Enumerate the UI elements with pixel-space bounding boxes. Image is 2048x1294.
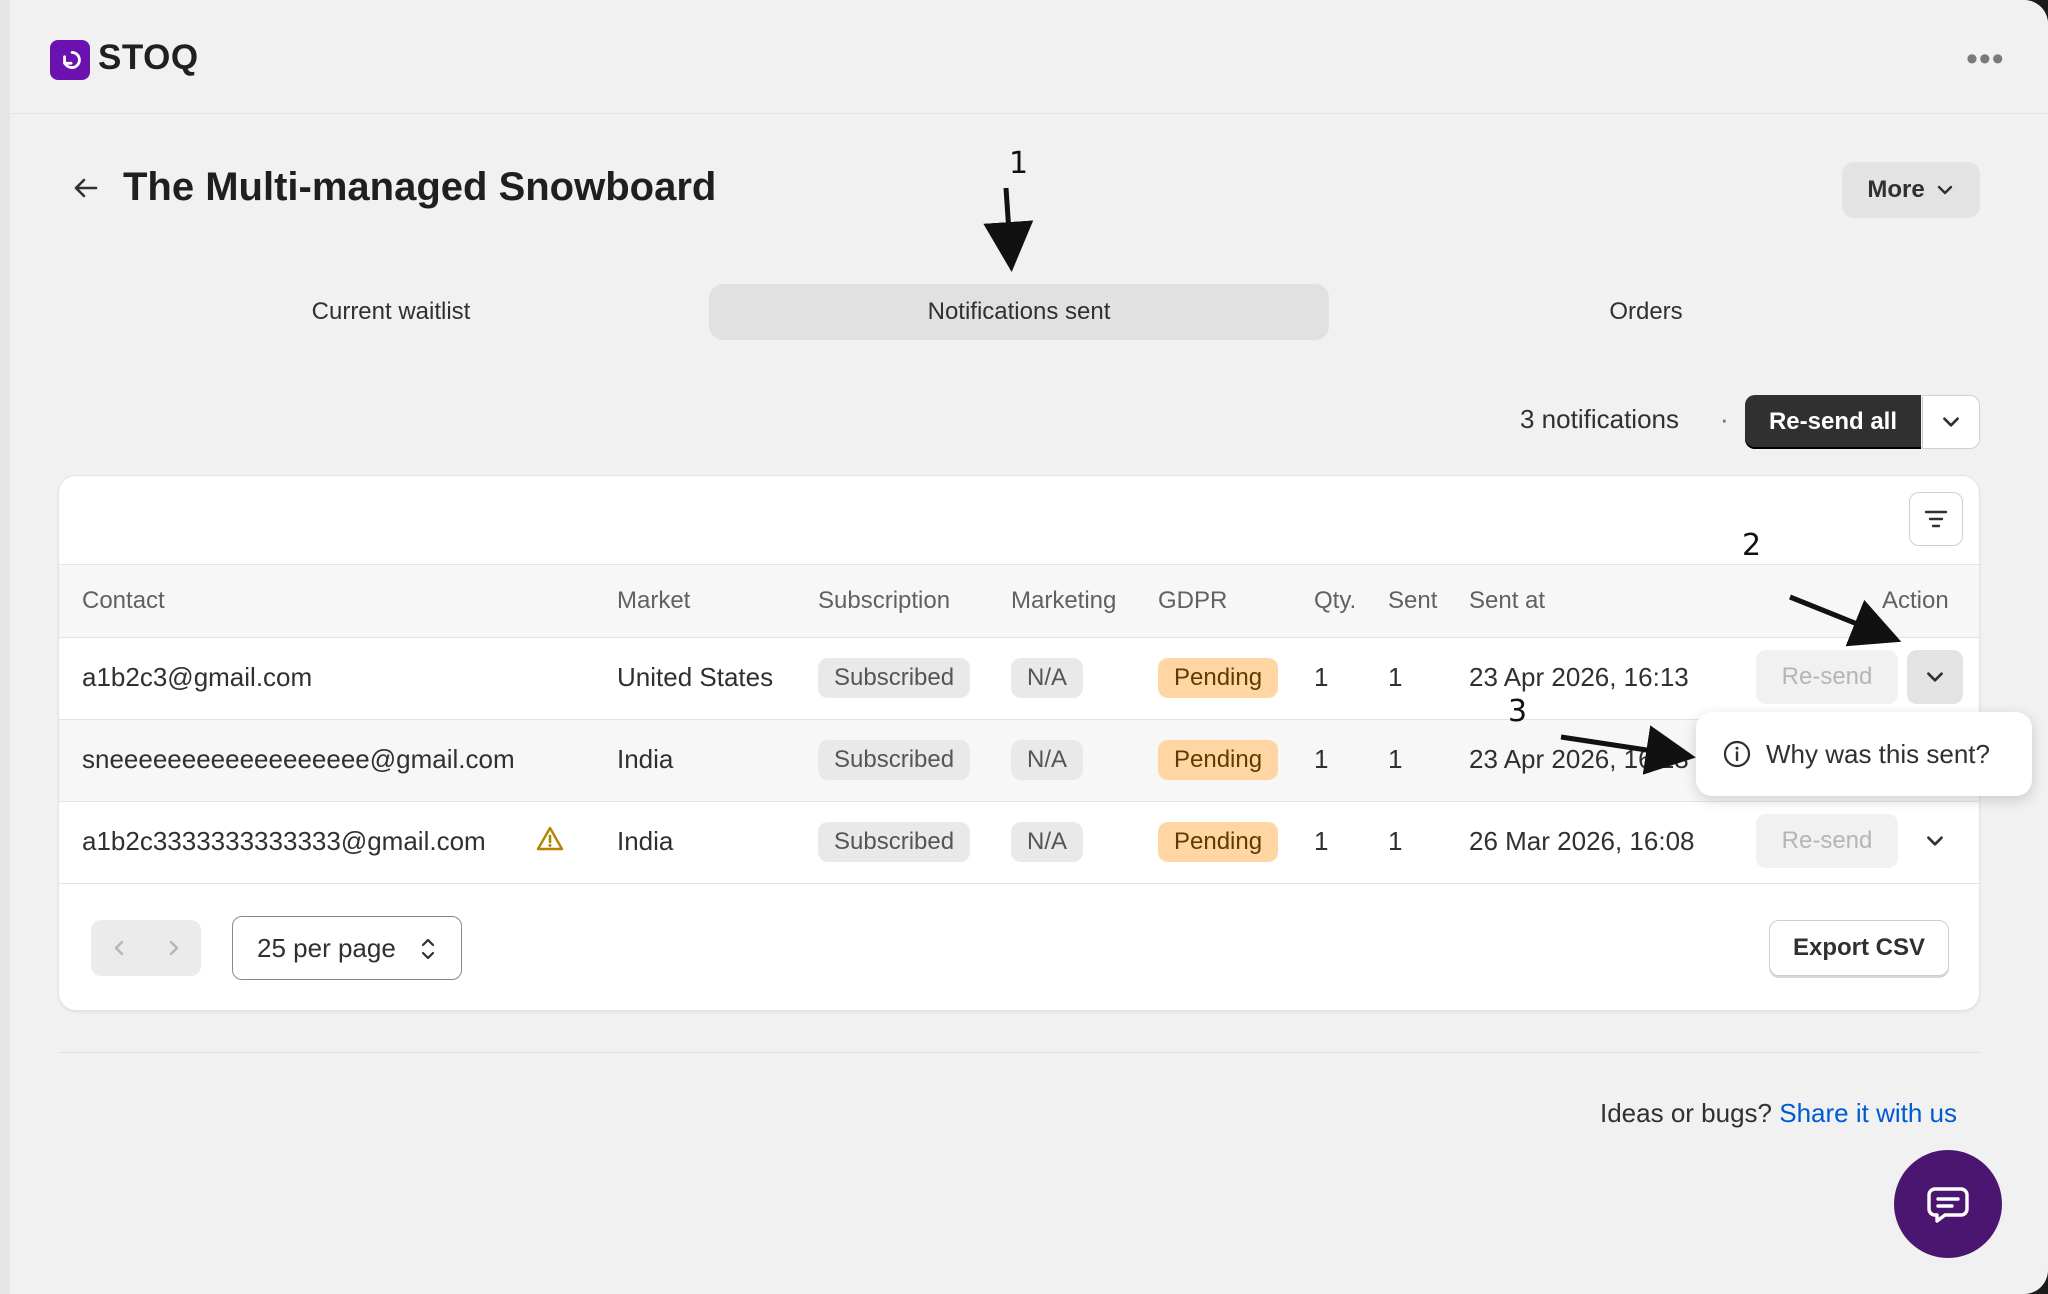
column-marketing[interactable]: Marketing xyxy=(1011,587,1116,615)
column-subscription[interactable]: Subscription xyxy=(818,587,950,615)
separator-dot: · xyxy=(1720,404,1729,434)
footer-divider xyxy=(58,1052,1980,1053)
notifications-count: 3 notifications xyxy=(1520,404,1679,434)
filter-button[interactable] xyxy=(1909,492,1963,546)
market-value: India xyxy=(617,744,674,774)
next-page-button[interactable] xyxy=(146,920,201,976)
table-row[interactable]: sneeeeeeeeeeeeeeeeee@gmail.com India Sub… xyxy=(59,720,1979,802)
subscription-badge: Subscribed xyxy=(818,658,971,698)
sent-at-timestamp: 26 Mar 2026, 16:08 xyxy=(1469,826,1695,856)
chevron-down-icon xyxy=(1927,836,1943,846)
resend-button[interactable]: Re-send xyxy=(1756,814,1898,868)
annotation-number: 3 xyxy=(1508,694,1528,729)
table-row[interactable]: a1b2c3333333333333@gmail.com India Subsc… xyxy=(59,802,1979,884)
filter-icon xyxy=(1924,510,1948,528)
market-value: United States xyxy=(617,662,774,692)
chat-icon xyxy=(1927,1187,1969,1223)
pagination-controls xyxy=(91,920,201,976)
sent-count: 1 xyxy=(1388,826,1403,856)
tab-current-waitlist[interactable]: Current waitlist xyxy=(80,284,702,340)
marketing-badge: N/A xyxy=(1011,658,1084,698)
tab-orders[interactable]: Orders xyxy=(1335,284,1957,340)
table-header: Contact Market Subscription Marketing GD… xyxy=(59,564,1979,638)
subscription-badge: Subscribed xyxy=(818,822,971,862)
subscription-badge: Subscribed xyxy=(818,740,971,780)
marketing-badge: N/A xyxy=(1011,822,1084,862)
gdpr-status-badge: Pending xyxy=(1158,658,1279,698)
qty-value: 1 xyxy=(1314,826,1329,856)
chevron-down-icon xyxy=(1943,417,1959,427)
row-actions-toggle[interactable] xyxy=(1907,814,1963,868)
row-action-popover[interactable]: Why was this sent? xyxy=(1696,712,2032,796)
row-actions-toggle[interactable] xyxy=(1907,650,1963,704)
sent-count: 1 xyxy=(1388,744,1403,774)
resend-all-button[interactable]: Re-send all xyxy=(1745,395,1921,449)
column-action: Action xyxy=(1882,587,1949,614)
export-csv-button[interactable]: Export CSV xyxy=(1769,920,1949,976)
app-name: STOQ xyxy=(98,38,199,77)
app-window: STOQ ••• The Multi-managed Snowboard Mor… xyxy=(0,0,2048,1294)
notifications-table-card: Contact Market Subscription Marketing GD… xyxy=(58,475,1980,1011)
feedback-footer: Ideas or bugs? Share it with us xyxy=(1600,1098,1957,1129)
sent-at-timestamp: 23 Apr 2026, 16:13 xyxy=(1469,662,1689,692)
column-qty[interactable]: Qty. xyxy=(1314,587,1356,615)
chevron-left-icon xyxy=(114,940,123,956)
gdpr-status-badge: Pending xyxy=(1158,822,1279,862)
info-icon xyxy=(1723,740,1751,768)
more-button-label: More xyxy=(1867,176,1925,203)
annotation-number: 1 xyxy=(1009,146,1029,181)
top-bar: STOQ ••• xyxy=(10,0,2048,114)
column-market[interactable]: Market xyxy=(617,587,690,615)
sent-count: 1 xyxy=(1388,662,1403,692)
per-page-select[interactable]: 25 per page xyxy=(232,916,462,980)
contact-email[interactable]: sneeeeeeeeeeeeeeeeee@gmail.com xyxy=(82,744,515,775)
chat-support-button[interactable] xyxy=(1894,1150,2002,1258)
chevron-down-icon xyxy=(1927,672,1943,682)
more-horizontal-icon[interactable]: ••• xyxy=(1966,40,2005,79)
more-button[interactable]: More xyxy=(1842,162,1980,218)
column-sent[interactable]: Sent xyxy=(1388,587,1437,615)
gdpr-status-badge: Pending xyxy=(1158,740,1279,780)
tab-notifications-sent[interactable]: Notifications sent xyxy=(709,284,1329,340)
share-feedback-link[interactable]: Share it with us xyxy=(1779,1098,1957,1128)
table-row[interactable]: a1b2c3@gmail.com United States Subscribe… xyxy=(59,638,1979,720)
resend-button[interactable]: Re-send xyxy=(1756,650,1898,704)
previous-page-button[interactable] xyxy=(91,920,146,976)
contact-email[interactable]: a1b2c3333333333333@gmail.com xyxy=(82,826,486,857)
resend-all-options-button[interactable] xyxy=(1922,395,1980,449)
per-page-value: 25 per page xyxy=(257,932,396,963)
why-was-this-sent-option: Why was this sent? xyxy=(1766,738,1990,769)
warning-icon[interactable] xyxy=(535,824,565,854)
sent-at-timestamp: 23 Apr 2026, 16:13 xyxy=(1469,744,1689,774)
qty-value: 1 xyxy=(1314,744,1329,774)
stoq-logo-icon xyxy=(50,40,90,80)
qty-value: 1 xyxy=(1314,662,1329,692)
column-contact[interactable]: Contact xyxy=(82,587,165,615)
back-arrow-icon[interactable] xyxy=(70,172,102,204)
marketing-badge: N/A xyxy=(1011,740,1084,780)
annotation-arrow xyxy=(983,187,1034,272)
annotation-number: 2 xyxy=(1742,528,1762,563)
window-left-edge xyxy=(0,0,10,1294)
page-title: The Multi-managed Snowboard xyxy=(123,165,717,209)
market-value: India xyxy=(617,826,674,856)
feedback-prefix: Ideas or bugs? xyxy=(1600,1098,1773,1128)
column-gdpr[interactable]: GDPR xyxy=(1158,587,1227,615)
column-sent-at[interactable]: Sent at xyxy=(1469,587,1545,615)
chevron-right-icon xyxy=(169,940,178,956)
contact-email[interactable]: a1b2c3@gmail.com xyxy=(82,662,312,693)
chevron-down-icon xyxy=(1937,185,1952,195)
select-arrows-icon xyxy=(421,938,435,960)
